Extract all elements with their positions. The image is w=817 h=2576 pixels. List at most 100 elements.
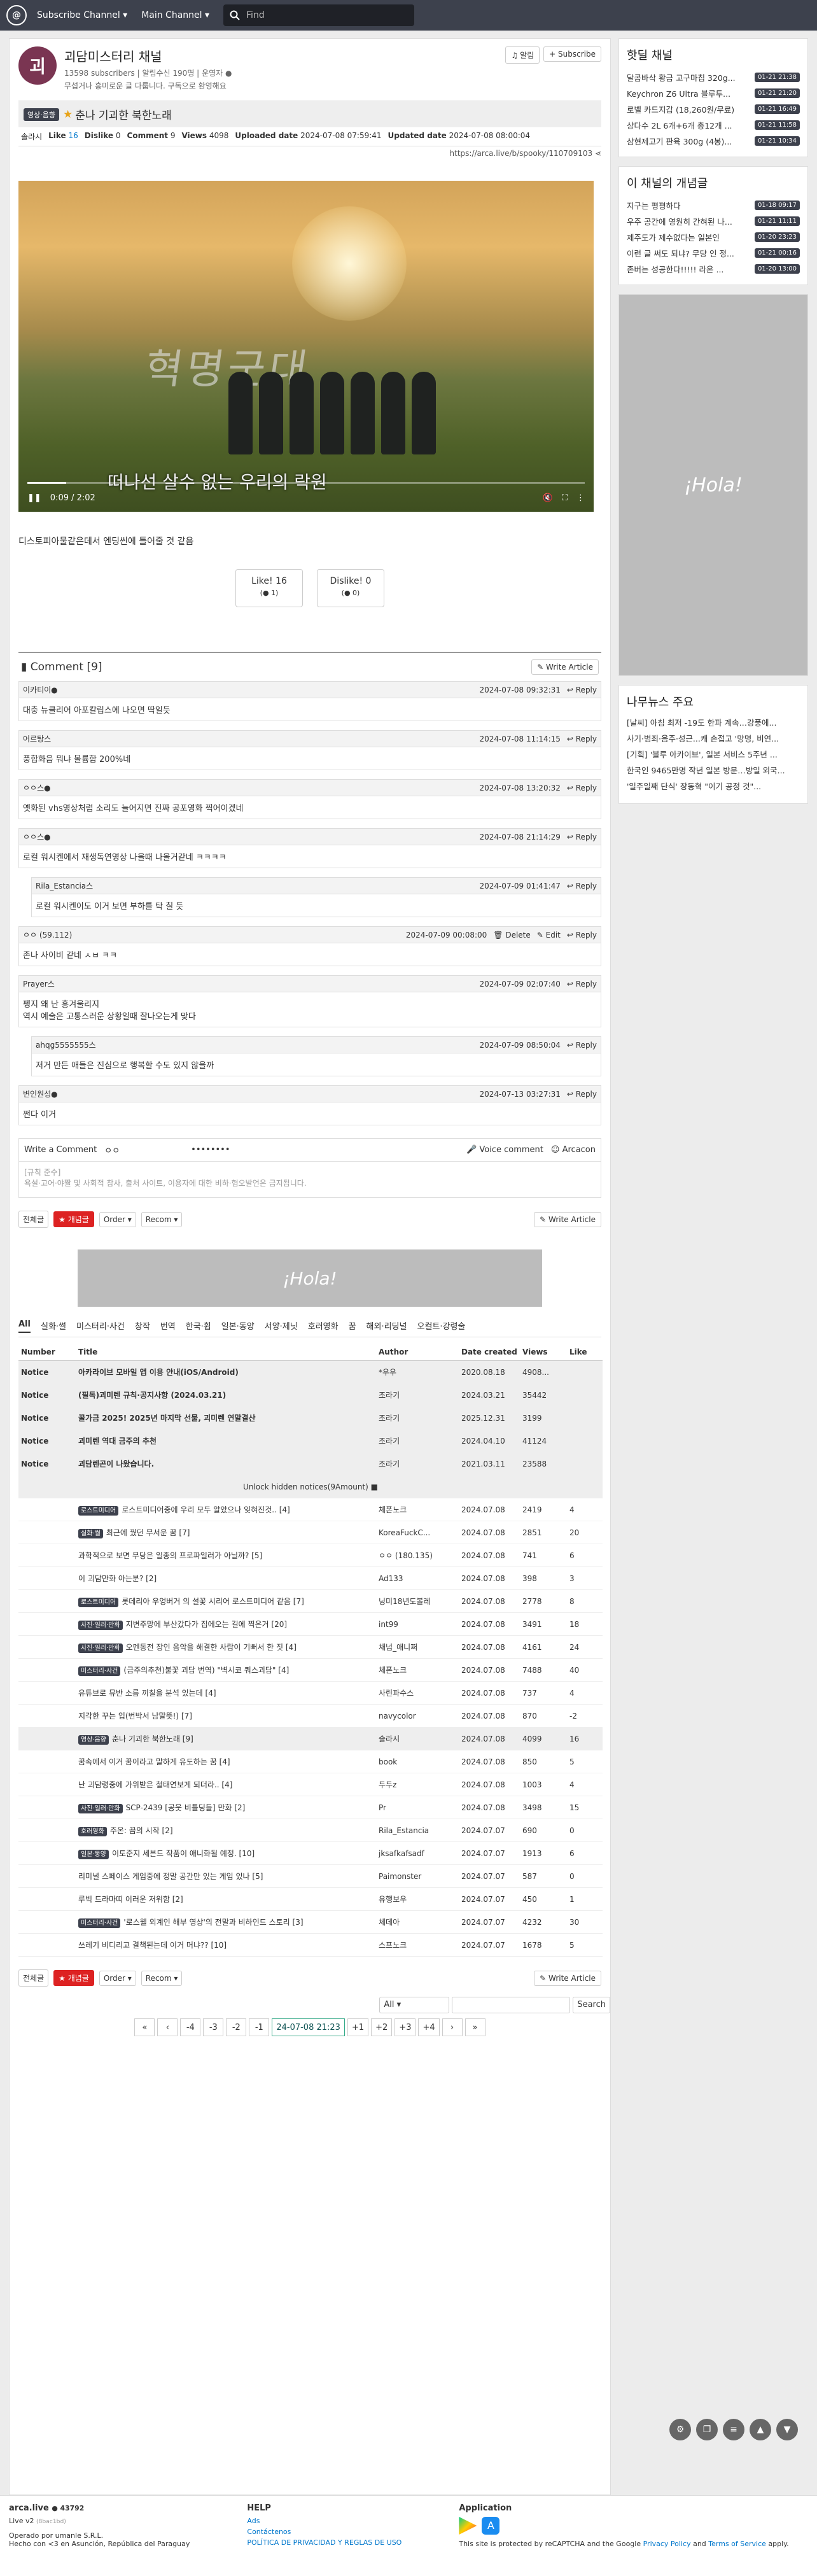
notice-row[interactable]: Notice (필독)괴미렌 규칙·공지사항 (2024.03.21) 조라기 202… — [18, 1383, 603, 1407]
comment-reply-button[interactable]: ↩ Reply — [567, 1041, 597, 1050]
table-row[interactable]: 사진·일러·만화 오멘동전 장인 음악을 해결한 사람이 기뻐서 한 짓 [4] 채… — [18, 1635, 603, 1659]
settings-icon[interactable]: ⚙ — [669, 2419, 691, 2440]
row-author[interactable]: 유행보우 — [376, 1887, 459, 1911]
notice-title[interactable]: (필독)괴미렌 규칙·공지사항 (2024.03.21) — [76, 1383, 376, 1407]
google-play-icon[interactable] — [459, 2517, 477, 2535]
footer-policy-link[interactable]: POLÍTICA DE PRIVACIDAD Y REGLAS DE USO — [247, 2538, 402, 2547]
pause-icon[interactable]: ❚❚ — [27, 493, 41, 503]
table-row[interactable]: 미스터리·사건 (금주의추천)불꽃 괴담 번역) "벽시코 쿼스괴담" [4] 체폰… — [18, 1658, 603, 1682]
notice-author[interactable]: 조라기 — [376, 1429, 459, 1453]
page-button[interactable]: ‹ — [157, 2018, 178, 2036]
video-player[interactable]: 혁명군대 떠나선 살수 없는 우리의 락원 ❚❚ 0:09 / 2:02 🔇 ⛶… — [18, 181, 594, 512]
search-scope-select[interactable]: All ▾ — [379, 1997, 450, 2013]
row-author[interactable]: 스프노크 — [376, 1933, 459, 1957]
comment-reply-button[interactable]: ↩ Reply — [567, 735, 597, 743]
row-author[interactable]: 두두z — [376, 1773, 459, 1796]
notice-title[interactable]: 꿀가금 2025! 2025년 마지막 선물, 괴미렌 연말결산 — [76, 1406, 376, 1430]
comment-reply-button[interactable]: ↩ Reply — [567, 784, 597, 792]
table-row[interactable]: 실화·썰 최근에 꿨던 무서운 꿈 [7] KoreaFuckC... 2024.07… — [18, 1521, 603, 1544]
comment-reply-button[interactable]: ↩ Reply — [567, 686, 597, 694]
hotdeal-item[interactable]: 삼현제고기 판육 300g (4봉)... 01-21 10:34 — [627, 133, 800, 149]
comment-reply-button[interactable]: ↩ Reply — [567, 931, 597, 940]
copy-icon[interactable]: ❐ — [696, 2419, 718, 2440]
row-author[interactable]: Paimonster — [376, 1864, 459, 1888]
page-button[interactable]: +2 — [371, 2018, 393, 2036]
category-tab[interactable]: All — [18, 1320, 31, 1333]
arca-logo-icon[interactable]: @ — [6, 5, 27, 25]
category-tab[interactable]: 서양·제닛 — [265, 1320, 298, 1333]
footer-brand[interactable]: arca.live — [9, 2503, 49, 2513]
write-article-button-3[interactable]: ✎ Write Article — [534, 1970, 601, 1986]
channel-title[interactable]: 괴담미스터리 채널 — [64, 46, 501, 65]
best-posts-button[interactable]: ★ 개념글 — [53, 1211, 94, 1227]
row-title[interactable]: 사진·일러·만화 오멘동전 장인 음악을 해결한 사람이 기뻐서 한 짓 [4] — [76, 1635, 376, 1659]
row-title[interactable]: 사진·일러·만화 SCP-2439 [공웃 비틀딩들] 만화 [2] — [76, 1796, 376, 1819]
comment-edit-button[interactable]: ✎ Edit — [537, 931, 561, 940]
comment-reply-button[interactable]: ↩ Reply — [567, 833, 597, 841]
category-tab[interactable]: 오컬트·강령술 — [417, 1320, 465, 1333]
table-row[interactable]: 쓰레기 비디리고 결책된는데 이거 머냐?? [10] 스프노크 2024.07.0… — [18, 1933, 603, 1957]
article-author[interactable]: 솔라시 — [21, 131, 42, 142]
table-row[interactable]: 이 괴담만화 아는분? [2] Ad133 2024.07.08 398 3 — [18, 1566, 603, 1590]
post-search-button[interactable]: Search — [573, 1997, 610, 2013]
row-title[interactable]: 로스트미디어 로스트미디어중에 우리 모두 알았으나 잊혀진것.. [4] — [76, 1498, 376, 1521]
row-title[interactable]: 꿈속에서 이거 꿈이라고 말하게 유도하는 꿈 [4] — [76, 1750, 376, 1773]
row-title[interactable]: 과학적으로 보면 무당은 일종의 프로파일러가 아닐까? [5] — [76, 1544, 376, 1567]
page-button[interactable]: » — [464, 2018, 485, 2036]
table-row[interactable]: 과학적으로 보면 무당은 일종의 프로파일러가 아닐까? [5] ㅇㅇ (180.… — [18, 1544, 603, 1567]
best-item[interactable]: 지구는 평평하다 01-18 09:17 — [627, 197, 800, 213]
row-author[interactable]: navycolor — [376, 1704, 459, 1728]
footer-privacy-link[interactable]: Privacy Policy — [643, 2540, 691, 2548]
write-article-button[interactable]: ✎ Write Article — [531, 659, 599, 675]
best-item[interactable]: 존버는 성공한다!!!!! 라온 ... 01-20 13:00 — [627, 261, 800, 277]
best-posts-button-2[interactable]: ★ 개념글 — [53, 1970, 94, 1986]
comment-author[interactable]: ㅇㅇ (59.112) — [23, 929, 72, 940]
table-row[interactable]: 일본·동양 이토준지 세븐드 작품이 애니화될 예정. [10] jksafkafs… — [18, 1841, 603, 1865]
footer-ads-link[interactable]: Ads — [247, 2517, 402, 2525]
notice-author[interactable]: *우우 — [376, 1360, 459, 1384]
comment-author[interactable]: Rila_Estancia스 — [36, 880, 93, 891]
row-author[interactable]: ㅇㅇ (180.135) — [376, 1544, 459, 1567]
row-title[interactable]: 유튜브로 뮤반 소름 끼칠을 분석 있는데 [4] — [76, 1681, 376, 1705]
comment-reply-button[interactable]: ↩ Reply — [567, 980, 597, 989]
table-row[interactable]: 사진·일러·만화 지변주망에 부산갔다가 집에오는 길에 찍은거 [20] int9… — [18, 1612, 603, 1636]
comment-author[interactable]: 변인원성● — [23, 1088, 58, 1099]
hotdeal-title[interactable]: 핫딜 채널 — [627, 46, 800, 63]
all-posts-button[interactable]: 전체글 — [18, 1211, 49, 1228]
comment-delete-button[interactable]: 🗑 Delete — [493, 931, 530, 940]
table-row[interactable]: 유튜브로 뮤반 소름 끼칠을 분석 있는데 [4] 사린파수스 2024.07.08… — [18, 1681, 603, 1705]
recom-select[interactable]: Recom ▾ — [141, 1211, 183, 1227]
arcacon-button[interactable]: ☺ Arcacon — [551, 1145, 596, 1155]
category-tab[interactable]: 일본·동양 — [221, 1320, 255, 1333]
row-title[interactable]: 로스트미디어 롯데리아 우엉버거 의 설꽃 시리어 로스트미디어 같음 [7] — [76, 1589, 376, 1613]
write-article-button-2[interactable]: ✎ Write Article — [534, 1211, 601, 1227]
row-author[interactable]: jksafkafsadf — [376, 1841, 459, 1865]
notice-row[interactable]: Notice 꿀가금 2025! 2025년 마지막 선물, 괴미렌 연말결산 조라… — [18, 1406, 603, 1430]
ad-banner[interactable]: ¡Hola! — [78, 1249, 542, 1307]
comment-author[interactable]: 어르탕스 — [23, 733, 51, 744]
page-button[interactable]: -3 — [203, 2018, 224, 2036]
table-row[interactable]: 리미널 스페이스 게임중에 정말 공간만 있는 게임 있나 [5] Paimons… — [18, 1864, 603, 1888]
row-author[interactable]: 닝미18년도볼레 — [376, 1589, 459, 1613]
row-title[interactable]: 루빅 드라마띠 이러운 저위함 [2] — [76, 1887, 376, 1911]
category-tab[interactable]: 호러영화 — [308, 1320, 339, 1333]
footer-terms-link[interactable]: Terms of Service — [708, 2540, 766, 2548]
alarm-button[interactable]: ♫ 알림 — [505, 46, 540, 64]
unlock-notices-row[interactable]: Unlock hidden notices(9Amount) ■ — [18, 1475, 603, 1498]
row-title[interactable]: 영상·음향 춘나 기괴한 북한노래 [9] — [76, 1727, 376, 1750]
subscribe-channel-menu[interactable]: Subscribe Channel ▾ — [37, 10, 127, 20]
row-author[interactable]: book — [376, 1750, 459, 1773]
row-title[interactable]: 이 괴담만화 아는분? [2] — [76, 1566, 376, 1590]
comment-textarea[interactable]: [규칙 준수] 욕설·고어·야짤 및 사회적 참사, 출처 사이트, 이용자에 대… — [19, 1162, 601, 1197]
page-button[interactable]: « — [134, 2018, 155, 2036]
scroll-up-icon[interactable]: ▲ — [750, 2419, 771, 2440]
like-button[interactable]: Like! 16 (● 1) — [235, 569, 303, 607]
order-select-2[interactable]: Order ▾ — [99, 1970, 136, 1986]
best-item[interactable]: 제주도가 제수없다는 일본인 01-20 23:23 — [627, 229, 800, 245]
row-title[interactable]: 일본·동양 이토준지 세븐드 작품이 애니화될 예정. [10] — [76, 1841, 376, 1865]
best-title[interactable]: 이 채널의 개념글 — [627, 174, 800, 191]
scroll-down-icon[interactable]: ▼ — [776, 2419, 798, 2440]
row-title[interactable]: 사진·일러·만화 지변주망에 부산갔다가 집에오는 길에 찍은거 [20] — [76, 1612, 376, 1636]
news-item[interactable]: '일주일째 단식' 장동혁 "이기 공정 것"... — [627, 780, 800, 796]
search-box[interactable]: Find — [223, 4, 415, 26]
